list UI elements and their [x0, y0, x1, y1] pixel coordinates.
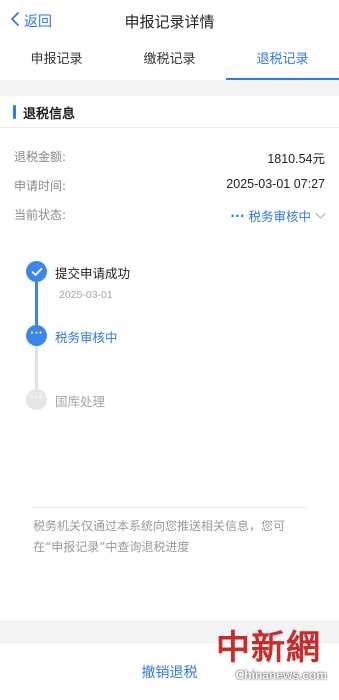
apply-time-row: 申请时间: 2025-03-01 07:27	[0, 172, 339, 200]
timeline-step-date: 2025-03-01	[59, 289, 113, 301]
divider	[32, 507, 307, 508]
timeline-step-title: 提交申请成功	[55, 266, 131, 281]
refund-amount-row: 退税金额: 1810.54元	[0, 143, 339, 171]
page-title: 申报记录详情	[124, 13, 215, 31]
refund-amount-value: 1810.54元	[267, 152, 325, 166]
tab-bar: 申报记录 缴税记录 退税记录	[0, 42, 339, 80]
timeline-node-submitted	[26, 261, 47, 282]
timeline-node-treasury: ···	[26, 389, 47, 410]
ellipsis-icon: ···	[30, 392, 43, 403]
ellipsis-icon: ···	[30, 328, 43, 339]
section-title: 退税信息	[23, 107, 76, 122]
apply-time-label: 申请时间:	[14, 179, 67, 193]
section-header: 退税信息	[0, 96, 339, 128]
status-text: 税务审核中	[248, 209, 311, 224]
tab-payment-records[interactable]: 缴税记录	[113, 42, 226, 80]
timeline-step-title: 国库处理	[55, 394, 106, 409]
check-icon	[31, 262, 43, 281]
notice-text: 税务机关仅通过本系统向您推送相关信息，您可在“申报记录”中查询退税进度	[33, 519, 286, 554]
cancel-refund-button[interactable]: 撤销退税	[0, 662, 339, 682]
timeline-step-title: 税务审核中	[55, 330, 118, 345]
bottom-action-bar: 撤销退税	[0, 644, 339, 700]
chevron-down-icon	[311, 208, 326, 223]
refund-amount-label: 退税金额:	[14, 150, 67, 164]
bottom-gap	[0, 620, 339, 644]
section-gap	[0, 80, 339, 96]
section-accent-bar	[13, 105, 16, 119]
nav-bar: 返回 申报记录详情	[0, 0, 339, 42]
tab-declaration-records[interactable]: 申报记录	[0, 42, 113, 80]
tab-refund-records[interactable]: 退税记录	[226, 42, 339, 80]
more-dots-icon: ···	[230, 208, 245, 223]
apply-time-value: 2025-03-01 07:27	[226, 177, 325, 191]
timeline-node-reviewing: ···	[26, 325, 47, 346]
current-status-row[interactable]: 当前状态: ··· 税务审核中	[0, 201, 339, 229]
current-status-value[interactable]: ··· 税务审核中	[230, 206, 326, 225]
current-status-label: 当前状态:	[14, 208, 67, 222]
